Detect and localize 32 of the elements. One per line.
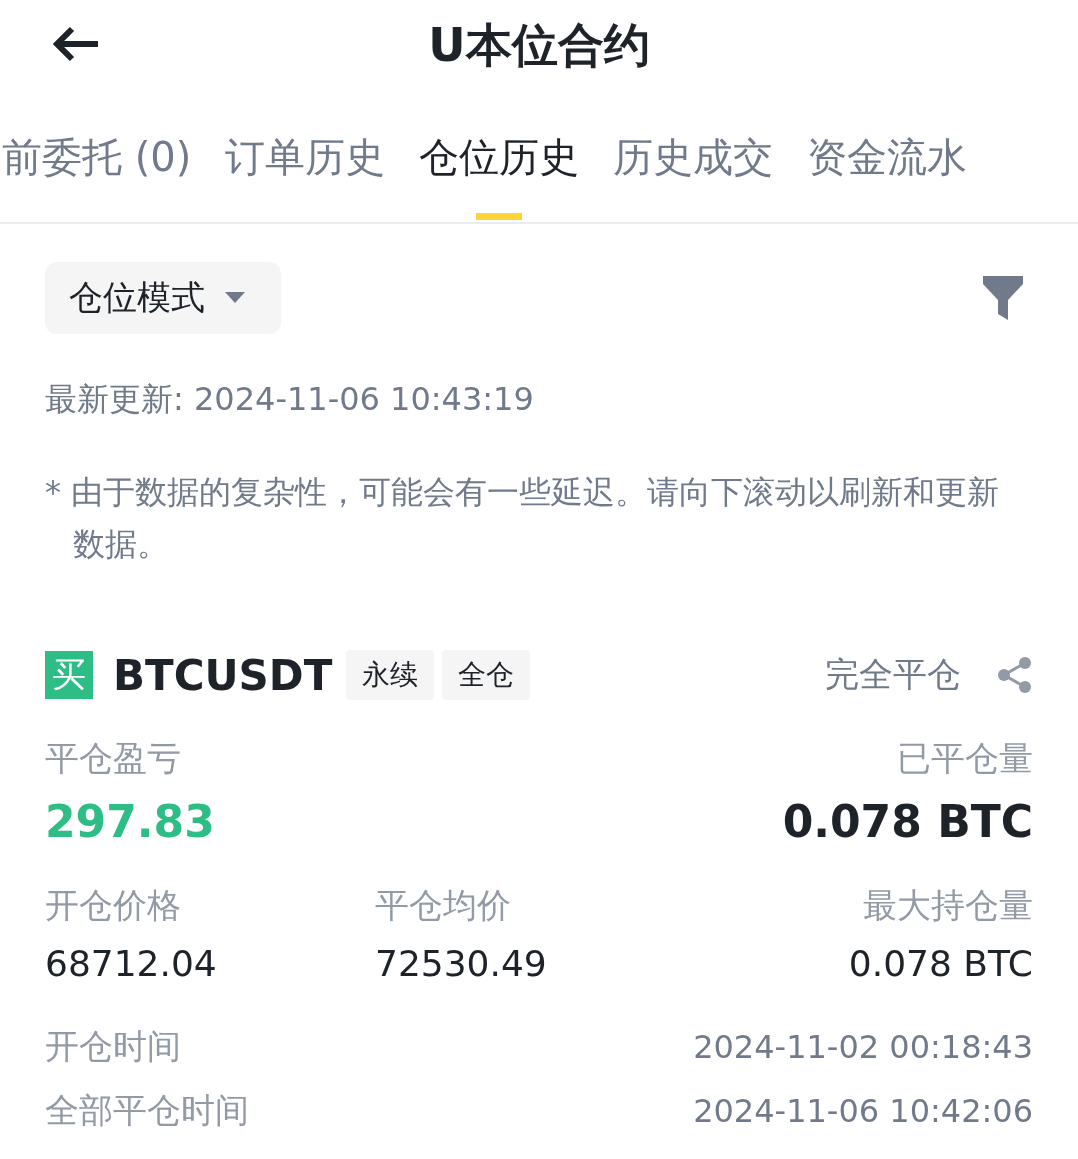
page-title: U本位合约	[428, 17, 650, 74]
filter-icon[interactable]	[983, 276, 1023, 320]
tab[interactable]: 订单历史	[225, 92, 386, 222]
delay-note: * 由于数据的复杂性，可能会有一些延迟。请向下滚动以刷新和更新数据。	[45, 472, 1001, 565]
label: 最大持仓量	[862, 884, 1033, 927]
value: 0.078 BTC	[847, 943, 1033, 984]
time-value: 2024-11-06 10:42:06	[693, 1092, 1033, 1130]
back-arrow-icon[interactable]	[52, 26, 100, 62]
value: 68712.04	[45, 943, 218, 984]
label: 开仓时间	[45, 1025, 181, 1068]
label: 平仓均价	[375, 884, 512, 927]
tab[interactable]: 资金流水	[807, 92, 968, 222]
closed-amount: 0.078 BTC	[782, 796, 1033, 847]
value: 72530.49	[375, 943, 548, 984]
tab[interactable]: 历史成交	[613, 92, 774, 222]
label: 已平仓量	[896, 737, 1033, 780]
tag: 全仓	[442, 650, 531, 700]
tab[interactable]: 仓位历史	[419, 92, 580, 222]
label: 平仓盈亏	[45, 737, 182, 780]
tab[interactable]: 前委托 (0)	[2, 92, 192, 222]
caret-icon	[225, 292, 245, 304]
status-text: 完全平仓	[825, 653, 961, 696]
mode-dropdown[interactable]: 仓位模式	[45, 262, 281, 334]
time-value: 2024-11-02 00:18:43	[693, 1028, 1033, 1066]
label: 全部平仓时间	[45, 1089, 249, 1132]
tag: 永续	[346, 650, 435, 700]
symbol: BTCUSDT	[113, 650, 333, 700]
last-update-text: 最新更新: 2024-11-06 10:43:19	[45, 379, 535, 420]
pnl-value: 297.83	[45, 796, 215, 847]
buy-badge: 买	[45, 651, 93, 699]
share-icon[interactable]	[997, 656, 1033, 694]
label: 开仓价格	[45, 884, 182, 927]
